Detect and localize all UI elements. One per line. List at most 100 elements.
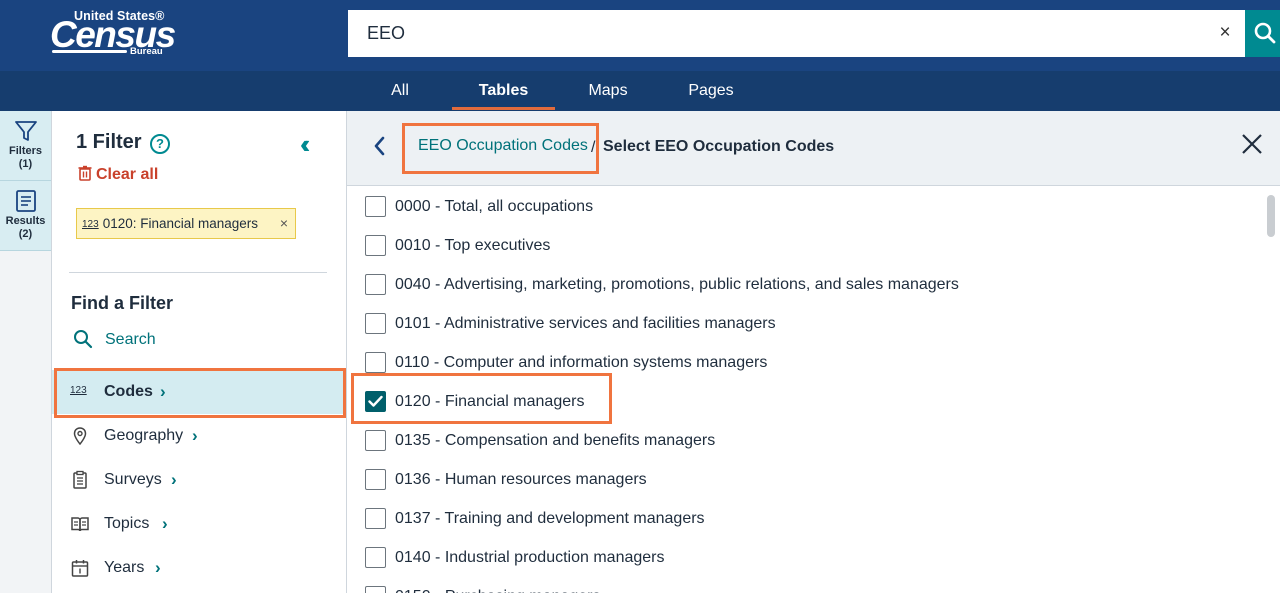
rail-results-button[interactable]: Results (2) [0, 181, 51, 251]
list-item[interactable]: 0135 - Compensation and benefits manager… [347, 422, 1265, 461]
occupation-name: Advertising, marketing, promotions, publ… [443, 276, 959, 293]
census-logo[interactable]: United States® Census Bureau [50, 8, 176, 60]
list-item[interactable]: 0136 - Human resources managers [347, 461, 1265, 500]
occupation-code: 0110 [395, 354, 430, 371]
list-item[interactable]: 0000 - Total, all occupations [347, 188, 1265, 227]
codes-icon: 123 [82, 219, 99, 230]
codes-icon: 123 [70, 385, 87, 396]
checkbox[interactable] [365, 235, 386, 256]
checkbox[interactable] [365, 430, 386, 451]
checkbox[interactable] [365, 508, 386, 529]
occupation-code: 0140 [395, 549, 431, 566]
tab-all[interactable]: All [370, 71, 430, 111]
rail-results-label: Results [5, 215, 46, 227]
search-icon [74, 330, 93, 349]
nav-item-surveys[interactable]: Surveys › [52, 458, 345, 502]
occupation-name: Compensation and benefits managers [444, 432, 716, 449]
list-item-label: 0101 - Administrative services and facil… [395, 315, 776, 332]
checkbox[interactable] [365, 586, 386, 593]
list-item[interactable]: 0040 - Advertising, marketing, promotion… [347, 266, 1265, 305]
nav-item-label: Topics [104, 515, 150, 532]
rail-filters-label: Filters [8, 145, 42, 157]
checkbox[interactable] [365, 313, 386, 334]
search-input[interactable] [348, 10, 1208, 57]
nav-item-label: Surveys [104, 471, 162, 488]
list-item-label: 0040 - Advertising, marketing, promotion… [395, 276, 959, 293]
checkbox[interactable] [365, 274, 386, 295]
breadcrumb-current: Select EEO Occupation Codes [603, 138, 835, 155]
nav-item-label: Codes [104, 383, 153, 400]
help-icon[interactable]: ? [150, 134, 170, 154]
nav-item-geography[interactable]: Geography › [52, 414, 345, 458]
list-item-label: 0120 - Financial managers [395, 393, 585, 410]
nav-item-codes[interactable]: 123 Codes › [52, 370, 345, 414]
occupation-code: 0000 [395, 198, 431, 215]
chip-label: 0120: Financial managers [102, 216, 259, 231]
checkmark-icon [368, 395, 383, 407]
collapse-panel-icon[interactable]: ‹‹ [300, 131, 311, 157]
clear-all-label: Clear all [96, 166, 159, 183]
results-icon [15, 190, 36, 212]
list-item[interactable]: 0150 - Purchasing managers [347, 578, 1265, 593]
filter-search-label: Search [105, 331, 156, 348]
breadcrumb-link[interactable]: EEO Occupation Codes [418, 137, 588, 155]
left-rail: Filters (1) Results (2) [0, 111, 52, 593]
checkbox[interactable] [365, 196, 386, 217]
logo-bottom-text: Bureau [130, 46, 163, 57]
chevron-right-icon: › [155, 558, 161, 577]
list-item-label: 0136 - Human resources managers [395, 471, 647, 488]
tab-pages[interactable]: Pages [678, 71, 744, 111]
logo-underline [52, 50, 127, 53]
nav-item-years[interactable]: Years › [52, 546, 345, 590]
occupation-name: Computer and information systems manager… [443, 354, 768, 371]
back-chevron-icon[interactable] [372, 135, 386, 162]
occupation-code: 0101 [395, 315, 431, 332]
list-item[interactable]: 0010 - Top executives [347, 227, 1265, 266]
rail-filters-button[interactable]: Filters (1) [0, 111, 51, 181]
search-button[interactable] [1245, 10, 1280, 57]
tab-tables[interactable]: Tables [452, 71, 555, 111]
checkbox[interactable] [365, 352, 386, 373]
tab-maps[interactable]: Maps [577, 71, 639, 111]
rail-results-count: (2) [18, 228, 33, 240]
clear-all-button[interactable]: Clear all [78, 165, 158, 184]
occupation-code: 0135 [395, 432, 431, 449]
remove-chip-icon[interactable]: × [280, 209, 288, 238]
code-selection-panel: EEO Occupation Codes / Select EEO Occupa… [347, 111, 1280, 593]
list-item-label: 0000 - Total, all occupations [395, 198, 594, 215]
occupation-name: Human resources managers [444, 471, 647, 488]
trash-icon [78, 165, 92, 181]
close-icon[interactable] [1240, 132, 1264, 156]
occupation-code: 0010 [395, 237, 431, 254]
search-icon [1254, 22, 1276, 44]
filter-panel: 1 Filter ? ‹‹ Clear all 123 0120: Financi… [52, 111, 347, 593]
occupation-code: 0137 [395, 510, 431, 527]
clipboard-icon [73, 470, 87, 489]
rail-filters-count: (1) [18, 158, 33, 170]
find-filter-heading: Find a Filter [71, 293, 174, 313]
list-item[interactable]: 0110 - Computer and information systems … [347, 344, 1265, 383]
list-item[interactable]: 0137 - Training and development managers [347, 500, 1265, 539]
list-item[interactable]: 0140 - Industrial production managers [347, 539, 1265, 578]
occupation-code: 0136 [395, 471, 431, 488]
list-item[interactable]: 0120 - Financial managers [347, 383, 1265, 422]
nav-item-label: Geography [104, 427, 184, 444]
site-header: United States® Census Bureau × [0, 0, 1280, 71]
breadcrumb-separator: / [591, 139, 596, 156]
occupation-code: 0120 [395, 393, 431, 410]
nav-item-topics[interactable]: Topics › [52, 502, 345, 546]
list-item-label: 0010 - Top executives [395, 237, 551, 254]
filter-count-title: 1 Filter [76, 131, 142, 153]
checkbox-checked[interactable] [365, 391, 386, 412]
result-tabs: All Tables Maps Pages [0, 71, 1280, 111]
breadcrumb: EEO Occupation Codes / Select EEO Occupa… [347, 111, 1280, 186]
clear-search-icon[interactable]: × [1215, 23, 1235, 43]
scrollbar[interactable] [1267, 195, 1275, 237]
chevron-right-icon: › [162, 514, 168, 533]
calendar-icon [71, 560, 89, 577]
divider [69, 272, 327, 273]
checkbox[interactable] [365, 469, 386, 490]
list-item[interactable]: 0101 - Administrative services and facil… [347, 305, 1265, 344]
checkbox[interactable] [365, 547, 386, 568]
list-item-label: 0150 - Purchasing managers [395, 588, 600, 593]
